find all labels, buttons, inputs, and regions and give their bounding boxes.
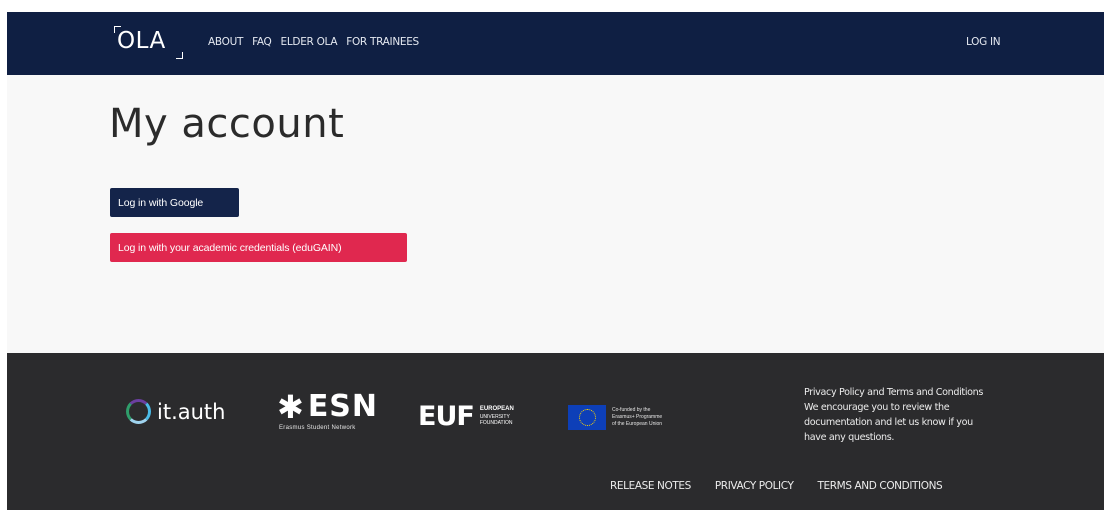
footer-privacy-text: Privacy Policy and Terms and Conditions …	[804, 386, 1024, 445]
login-google-button[interactable]: Log in with Google	[110, 188, 239, 217]
footer-text-line: We encourage you to review the	[804, 401, 950, 413]
navbar: OLA ABOUT FAQ ELDER OLA FOR TRAINEES LOG…	[7, 12, 1104, 75]
eu-logo-text: Co-funded by the Erasmus+ Programme of t…	[612, 407, 663, 427]
euf-logo-subtitle: EUROPEAN UNIVERSITY FOUNDATION	[479, 406, 514, 427]
euf-logo[interactable]: EUF EUROPEAN UNIVERSITY FOUNDATION	[418, 403, 514, 430]
footer-text-line: have any questions.	[804, 431, 895, 443]
ola-logo-text: OLA	[117, 28, 166, 54]
logo-corner-mark	[176, 52, 183, 59]
eu-flag-icon	[568, 405, 606, 430]
itauth-ring-icon	[126, 399, 151, 424]
euf-logo-text: EUF	[418, 401, 475, 432]
nav-link-about[interactable]: ABOUT	[208, 36, 243, 48]
footer: it.auth ✱ ESN Erasmus Student Network EU…	[7, 353, 1104, 510]
nav-link-elder-ola[interactable]: ELDER OLA	[281, 36, 338, 48]
login-edugain-button[interactable]: Log in with your academic credentials (e…	[110, 233, 407, 262]
footer-link-terms[interactable]: TERMS AND CONDITIONS	[818, 480, 943, 492]
nav-links: ABOUT FAQ ELDER OLA FOR TRAINEES	[208, 36, 419, 48]
nav-link-for-trainees[interactable]: FOR TRAINEES	[346, 36, 419, 48]
page: OLA ABOUT FAQ ELDER OLA FOR TRAINEES LOG…	[7, 12, 1104, 510]
itauth-logo-text: it.auth	[157, 399, 226, 424]
esn-logo-text: ESN	[307, 389, 379, 424]
nav-login-link[interactable]: LOG IN	[966, 36, 1001, 48]
footer-text-line: Privacy Policy and Terms and Conditions	[804, 387, 984, 398]
footer-link-release-notes[interactable]: RELEASE NOTES	[610, 480, 691, 492]
esn-star-icon: ✱	[277, 389, 304, 425]
footer-link-privacy-policy[interactable]: PRIVACY POLICY	[715, 480, 794, 492]
ola-logo[interactable]: OLA	[114, 26, 184, 62]
eu-erasmus-logo[interactable]: Co-funded by the Erasmus+ Programme of t…	[568, 405, 662, 430]
nav-link-faq[interactable]: FAQ	[252, 36, 272, 48]
footer-links: RELEASE NOTES PRIVACY POLICY TERMS AND C…	[610, 480, 943, 492]
esn-logo[interactable]: ✱ ESN Erasmus Student Network	[277, 391, 378, 431]
footer-text-line: documentation and let us know if you	[804, 416, 973, 428]
itauth-logo[interactable]: it.auth	[126, 399, 225, 424]
page-title: My account	[109, 101, 345, 147]
esn-logo-subtitle: Erasmus Student Network	[279, 425, 356, 431]
